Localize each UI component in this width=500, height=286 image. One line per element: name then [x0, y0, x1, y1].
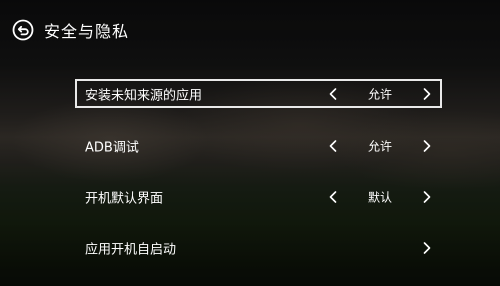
menu-item-label: 开机默认界面 — [85, 191, 164, 206]
menu-item-value: 允许 — [367, 139, 392, 153]
chevron-right-icon[interactable] — [421, 139, 433, 153]
menu-item-default-boot-screen[interactable]: 开机默认界面 默认 — [75, 182, 442, 211]
menu-item-value: 默认 — [367, 190, 392, 204]
chevron-left-icon[interactable] — [327, 87, 339, 101]
chevron-right-icon[interactable] — [421, 190, 433, 204]
menu-item-label: 应用开机自启动 — [85, 242, 177, 257]
chevron-right-icon[interactable] — [421, 87, 433, 101]
menu-item-value: 允许 — [367, 87, 392, 101]
chevron-left-icon[interactable] — [327, 190, 339, 204]
menu-item-app-autostart[interactable]: 应用开机自启动 — [75, 233, 442, 262]
menu-item-label: 安装未知来源的应用 — [85, 88, 203, 103]
settings-screen: 安全与隐私 安装未知来源的应用 允许 ADB调试 允许 开机默认界面 默认 应用… — [0, 0, 500, 286]
chevron-left-icon[interactable] — [327, 139, 339, 153]
page-title: 安全与隐私 — [44, 22, 130, 41]
page-header: 安全与隐私 — [12, 18, 129, 42]
chevron-right-icon[interactable] — [421, 241, 433, 255]
menu-item-adb-debugging[interactable]: ADB调试 允许 — [75, 131, 442, 160]
menu-item-label: ADB调试 — [85, 140, 139, 155]
back-arrow-circle-icon[interactable] — [12, 19, 34, 41]
menu-item-install-unknown-apps[interactable]: 安装未知来源的应用 允许 — [75, 79, 442, 108]
